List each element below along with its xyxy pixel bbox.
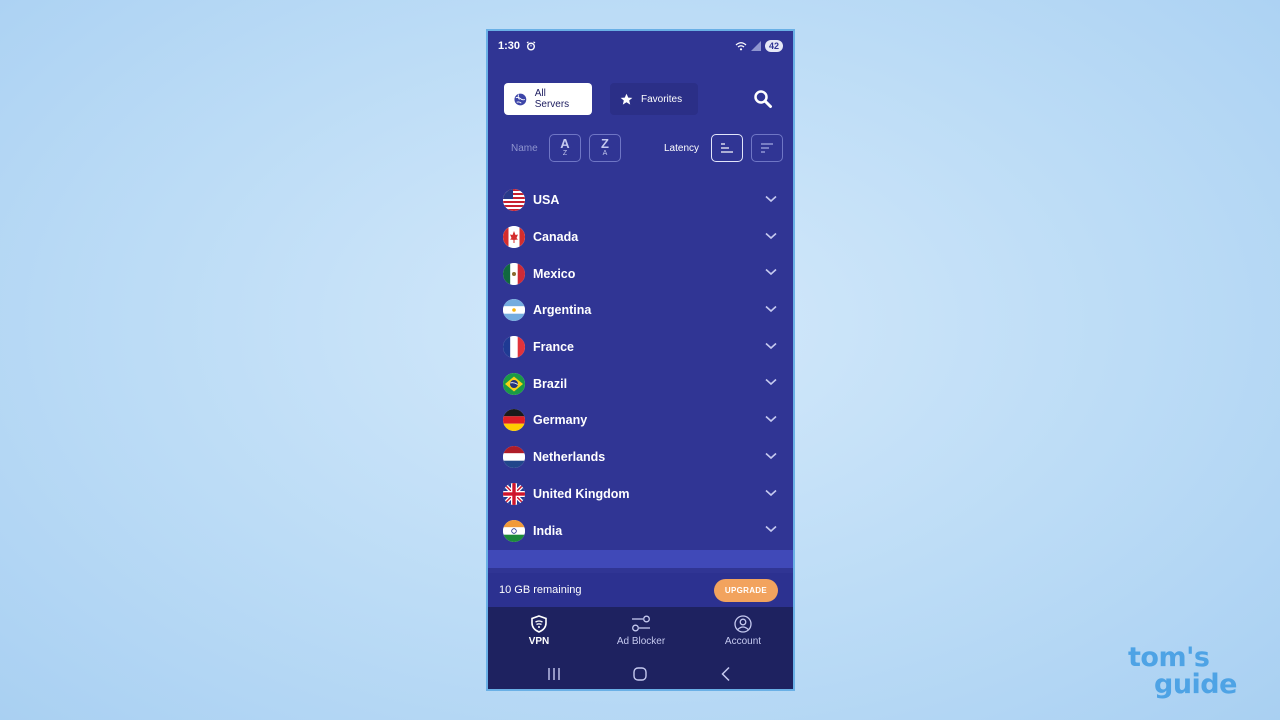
- sort-controls: Name A Z Z A Latency: [488, 134, 793, 162]
- list-item-united-kingdom[interactable]: United Kingdom: [488, 476, 793, 513]
- account-icon: [734, 615, 752, 633]
- list-item-brazil[interactable]: Brazil: [488, 365, 793, 402]
- list-item-france[interactable]: France: [488, 329, 793, 366]
- country-name: France: [533, 340, 574, 355]
- sort-latency-label: Latency: [664, 143, 700, 154]
- chevron-down-icon[interactable]: [765, 378, 777, 386]
- list-item-netherlands[interactable]: Netherlands: [488, 439, 793, 476]
- chevron-down-icon[interactable]: [765, 195, 777, 203]
- brazil-flag-icon: [503, 372, 525, 395]
- chevron-down-icon[interactable]: [765, 489, 777, 497]
- chevron-down-icon[interactable]: [765, 415, 777, 423]
- country-name: Canada: [533, 230, 579, 245]
- chevron-down-icon[interactable]: [765, 342, 777, 350]
- star-icon: [620, 93, 633, 105]
- nav-vpn-label: VPN: [528, 636, 550, 647]
- status-time: 1:30: [498, 40, 521, 52]
- sort-ascending-icon: [721, 143, 733, 153]
- netherlands-flag-icon: [503, 446, 525, 469]
- canada-flag-icon: [503, 226, 525, 249]
- sort-za-small: A: [602, 150, 608, 157]
- argentina-flag-icon: [503, 299, 525, 322]
- recent-apps-icon[interactable]: [545, 665, 563, 683]
- list-scroll-strip: [488, 550, 793, 568]
- back-icon[interactable]: [717, 665, 735, 683]
- toms-guide-logo: tom's guide: [1128, 644, 1237, 698]
- list-item-argentina[interactable]: Argentina: [488, 292, 793, 329]
- sort-latency-ascending-button[interactable]: [711, 134, 743, 162]
- sort-descending-icon: [761, 143, 773, 153]
- data-remaining-text: 10 GB remaining: [499, 584, 582, 596]
- france-flag-icon: [503, 336, 525, 359]
- sort-az-button[interactable]: A Z: [549, 134, 581, 162]
- nav-ad-blocker-label: Ad Blocker: [616, 636, 666, 647]
- bottom-navigation: VPN Ad Blocker Account: [488, 607, 793, 689]
- chevron-down-icon[interactable]: [765, 305, 777, 313]
- globe-icon: [514, 93, 527, 105]
- list-item-canada[interactable]: Canada: [488, 219, 793, 256]
- country-name: Argentina: [533, 303, 592, 318]
- nav-account[interactable]: Account: [703, 615, 783, 647]
- sort-latency-descending-button[interactable]: [751, 134, 783, 162]
- server-tabs: All Servers Favorites: [504, 83, 779, 115]
- sort-az-small: Z: [562, 150, 568, 157]
- tab-all-servers-label: All Servers: [534, 88, 570, 110]
- germany-flag-icon: [503, 409, 525, 432]
- signal-icon: [750, 41, 761, 51]
- country-name: USA: [533, 193, 560, 208]
- list-item-mexico[interactable]: Mexico: [488, 255, 793, 292]
- battery-indicator: 42: [764, 40, 783, 52]
- country-list: USA Canada Mexico Argentina France Brazi…: [488, 182, 793, 549]
- country-name: Brazil: [533, 376, 568, 391]
- tab-favorites[interactable]: Favorites: [610, 83, 698, 115]
- search-icon[interactable]: [753, 89, 773, 109]
- country-name: Netherlands: [533, 450, 606, 465]
- tab-favorites-label: Favorites: [641, 93, 683, 105]
- sort-az-big: A: [560, 136, 570, 151]
- sort-za-big: Z: [601, 136, 609, 151]
- country-name: United Kingdom: [533, 486, 630, 501]
- india-flag-icon: [503, 519, 525, 542]
- logo-line-2: guide: [1154, 669, 1237, 700]
- list-item-germany[interactable]: Germany: [488, 402, 793, 439]
- alarm-icon: [526, 41, 536, 51]
- chevron-down-icon[interactable]: [765, 232, 777, 240]
- sort-name-label: Name: [511, 143, 538, 154]
- list-item-india[interactable]: India: [488, 512, 793, 549]
- shield-icon: [531, 615, 547, 633]
- nav-ad-blocker[interactable]: Ad Blocker: [601, 615, 681, 647]
- united-kingdom-flag-icon: [503, 482, 525, 505]
- nav-vpn[interactable]: VPN: [499, 615, 579, 647]
- toggles-icon: [632, 615, 650, 632]
- mexico-flag-icon: [503, 262, 525, 285]
- country-name: India: [533, 523, 563, 538]
- upgrade-button[interactable]: UPGRADE: [713, 578, 778, 602]
- wifi-icon: [735, 42, 747, 51]
- data-quota-bar: 10 GB remaining UPGRADE: [488, 573, 793, 607]
- chevron-down-icon[interactable]: [765, 525, 777, 533]
- chevron-down-icon[interactable]: [765, 452, 777, 460]
- sort-za-button[interactable]: Z A: [589, 134, 621, 162]
- tab-all-servers[interactable]: All Servers: [504, 83, 592, 115]
- status-bar: 1:30 42: [488, 31, 793, 61]
- system-navigation-bar: [488, 663, 793, 687]
- country-name: Mexico: [533, 266, 576, 281]
- list-item-usa[interactable]: USA: [488, 182, 793, 219]
- usa-flag-icon: [503, 189, 525, 212]
- home-icon[interactable]: [631, 665, 649, 683]
- nav-account-label: Account: [724, 636, 762, 647]
- phone-screen: 1:30 42 All Servers Favorites Name A Z Z…: [486, 29, 795, 691]
- chevron-down-icon[interactable]: [765, 268, 777, 276]
- country-name: Germany: [533, 413, 588, 428]
